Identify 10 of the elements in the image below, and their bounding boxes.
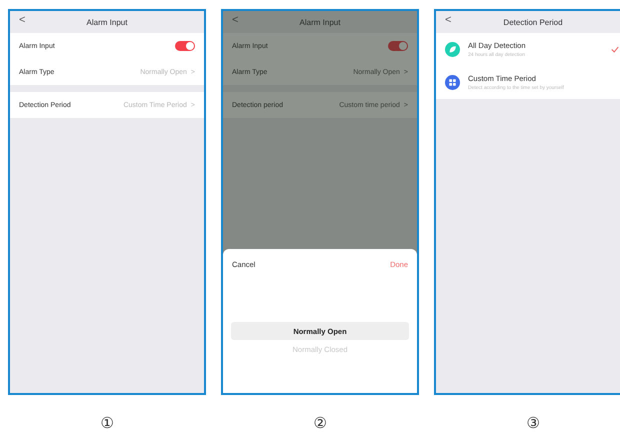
screen-title: Detection Period: [503, 18, 563, 26]
back-button[interactable]: <: [445, 14, 452, 26]
step-number: ③: [526, 414, 540, 432]
toggle-switch[interactable]: [175, 41, 195, 51]
screen-title: Alarm Input: [86, 18, 128, 26]
toggle-switch[interactable]: [388, 41, 408, 51]
back-button[interactable]: <: [19, 14, 26, 26]
step-number: ②: [314, 414, 326, 432]
screen-title: Alarm Input: [300, 18, 340, 26]
step-number: ①: [100, 414, 114, 432]
